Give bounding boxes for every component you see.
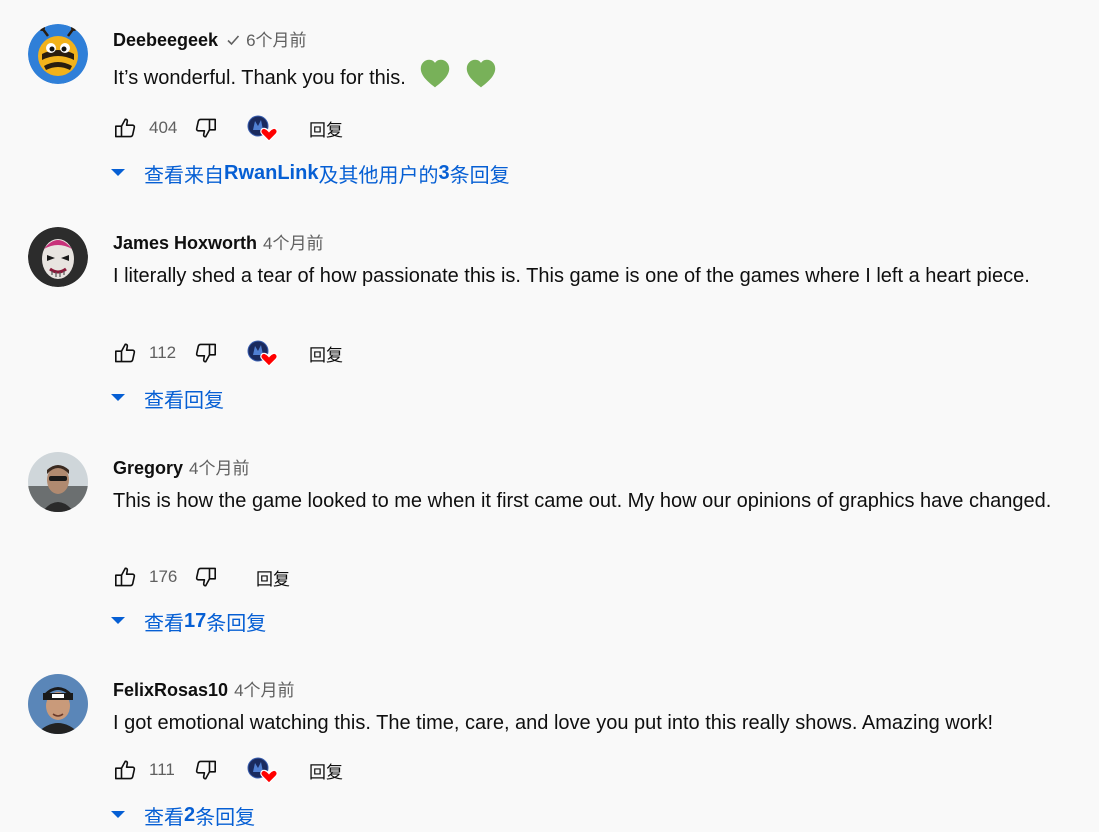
like-button[interactable]: [113, 116, 137, 140]
like-count: 111: [149, 760, 175, 779]
comment-header: Gregory 4个月前: [113, 454, 250, 478]
chevron-down-icon: [108, 805, 128, 825]
view-replies-unit: 条回复: [449, 164, 510, 187]
dislike-button[interactable]: [194, 116, 218, 140]
view-replies-button[interactable]: 查看回复: [108, 383, 224, 413]
verified-check-icon: [226, 33, 240, 47]
reply-count: 17: [184, 609, 207, 632]
bee-icon: [28, 24, 88, 84]
comment-body: This is how the game looked to me when i…: [113, 490, 1052, 512]
view-replies-prefix: 查看来自: [144, 164, 224, 187]
comment-actions: 176 回复: [113, 562, 290, 592]
chevron-down-icon: [108, 163, 128, 183]
like-count: 176: [149, 567, 178, 586]
comment-header: Deebeegeek 6个月前: [113, 26, 307, 50]
like-button[interactable]: [113, 565, 137, 589]
person-photo-icon: [28, 452, 88, 512]
like-count: 112: [149, 343, 177, 362]
dislike-button[interactable]: [194, 565, 218, 589]
reply-button[interactable]: 回复: [309, 341, 343, 366]
dislike-button[interactable]: [194, 341, 218, 365]
comment-time[interactable]: 6个月前: [246, 26, 306, 51]
comment-time[interactable]: 4个月前: [189, 454, 249, 479]
avatar[interactable]: [28, 674, 88, 734]
reply-button[interactable]: 回复: [309, 116, 343, 141]
avatar[interactable]: [28, 24, 88, 84]
author-name[interactable]: FelixRosas10: [113, 680, 228, 701]
author-name[interactable]: Deebeegeek: [113, 30, 218, 51]
view-replies-unit: 条回复: [206, 612, 267, 635]
comment-body: It’s wonderful. Thank you for this.: [113, 67, 406, 89]
view-replies-unit: 条回复: [195, 806, 256, 829]
reply-count: 2: [184, 803, 196, 826]
creator-heart-icon: [246, 114, 278, 142]
view-replies-prefix: 查看: [144, 612, 184, 635]
view-replies-button[interactable]: 查看来自 RwanLink 及其他用户的 3 条回复: [108, 158, 510, 188]
chevron-down-icon: [108, 388, 128, 408]
comment-body: I got emotional watching this. The time,…: [113, 712, 994, 734]
clown-mask-icon: [28, 227, 88, 287]
comment-text: This is how the game looked to me when i…: [113, 486, 1053, 516]
person-cap-icon: [28, 674, 88, 734]
reply-button[interactable]: 回复: [309, 758, 343, 783]
comment-actions: 112 回复: [113, 338, 343, 368]
creator-heart-icon: [246, 339, 278, 367]
green-heart-emoji: [417, 58, 499, 99]
reply-button[interactable]: 回复: [256, 565, 290, 590]
dislike-button[interactable]: [194, 758, 218, 782]
author-name[interactable]: James Hoxworth: [113, 233, 257, 254]
view-replies-button[interactable]: 查看 2 条回复: [108, 800, 255, 830]
like-count: 404: [149, 118, 178, 137]
like-button[interactable]: [113, 341, 137, 365]
creator-heart-icon: [246, 756, 278, 784]
comment-body: I literally shed a tear of how passionat…: [113, 265, 1030, 287]
like-button[interactable]: [113, 758, 137, 782]
avatar[interactable]: [28, 452, 88, 512]
comment-header: James Hoxworth 4个月前: [113, 229, 324, 253]
comment-actions: 111 回复: [113, 755, 343, 785]
comment-time[interactable]: 4个月前: [263, 229, 323, 254]
comment-actions: 404 回复: [113, 113, 343, 143]
comment-header: FelixRosas10 4个月前: [113, 676, 295, 700]
view-replies-label: 查看回复: [144, 389, 224, 412]
reply-count: 3: [438, 161, 450, 184]
chevron-down-icon: [108, 611, 128, 631]
comment-text: It’s wonderful. Thank you for this.: [113, 58, 1053, 99]
reply-author-name: RwanLink: [224, 161, 319, 184]
view-replies-suffix: 及其他用户的: [318, 164, 439, 187]
view-replies-button[interactable]: 查看 17 条回复: [108, 606, 266, 636]
view-replies-prefix: 查看: [144, 806, 184, 829]
author-name[interactable]: Gregory: [113, 458, 183, 479]
avatar[interactable]: [28, 227, 88, 287]
comment-text: I literally shed a tear of how passionat…: [113, 261, 1053, 291]
comment-time[interactable]: 4个月前: [234, 676, 294, 701]
comment-text: I got emotional watching this. The time,…: [113, 708, 1053, 738]
